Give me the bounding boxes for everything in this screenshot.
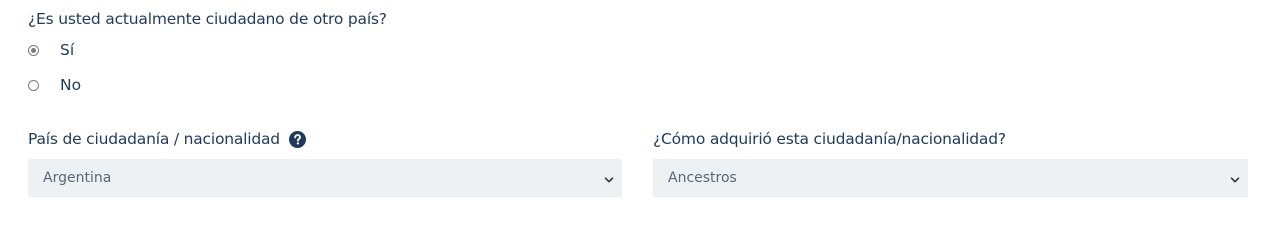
radio-no-label: No (60, 76, 82, 94)
country-field-label-text: País de ciudadanía / nacionalidad (28, 130, 280, 148)
radio-yes-label: Sí (60, 41, 75, 59)
radio-yes-button[interactable] (28, 44, 39, 56)
acquisition-field-label: ¿Cómo adquirió esta ciudadanía/nacionali… (653, 130, 1006, 148)
chevron-down-icon (604, 173, 614, 183)
acquisition-select-value: Ancestros (668, 170, 737, 186)
country-select-value: Argentina (43, 170, 112, 186)
chevron-down-icon (1230, 173, 1240, 183)
radio-no-button[interactable] (28, 79, 39, 91)
acquisition-field-label-text: ¿Cómo adquirió esta ciudadanía/nacionali… (653, 130, 1006, 148)
radio-option-no[interactable]: No (28, 76, 81, 94)
country-field-label: País de ciudadanía / nacionalidad (28, 130, 306, 148)
citizenship-question-label: ¿Es usted actualmente ciudadano de otro … (28, 10, 387, 28)
radio-option-yes[interactable]: Sí (28, 41, 74, 59)
country-select[interactable]: Argentina (28, 159, 622, 197)
question-circle-icon[interactable] (288, 130, 306, 148)
acquisition-select[interactable]: Ancestros (653, 159, 1248, 197)
